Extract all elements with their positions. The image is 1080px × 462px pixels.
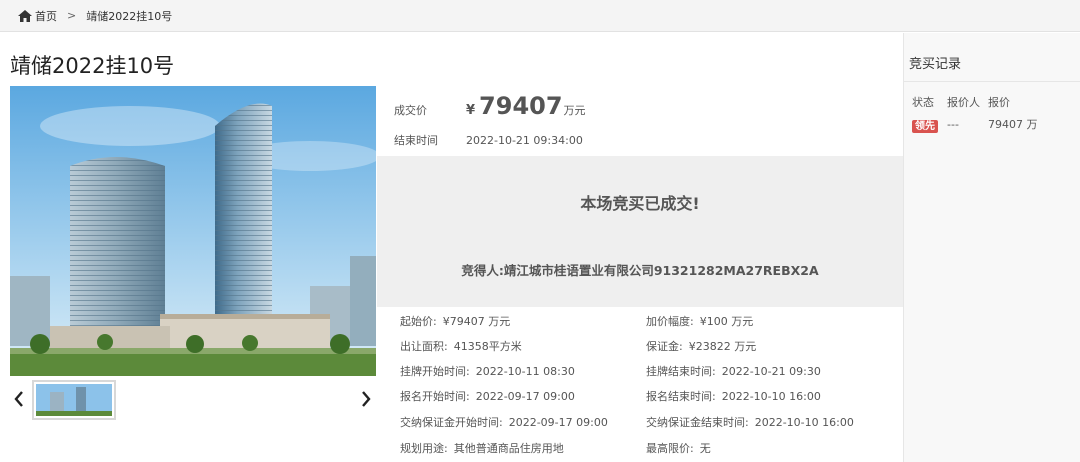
detail-signup-start: 报名开始时间: 2022-09-17 09:00 [400,389,575,404]
winner-label: 竞得人: [461,263,504,278]
price-value: 79407 [479,92,563,120]
detail-area: 出让面积: 41358平方米 [400,340,522,353]
header-amount: 报价 [988,96,1010,109]
end-time-value: 2022-10-21 09:34:00 [466,134,583,147]
bidder-name: --- [947,117,959,131]
bid-record-title: 竞买记录 [909,57,962,72]
price-unit: 万元 [563,104,586,117]
price-label: 成交价 [394,104,427,117]
header-status: 状态 [912,96,934,109]
main-photo[interactable] [10,86,376,376]
price-currency: ¥ [466,103,476,118]
thumbnail-strip [10,378,376,422]
header-bidder: 报价人 [947,96,980,109]
detail-increment: 加价幅度: ¥100 万元 [646,315,754,328]
winner-info: 竞得人:靖江城市桂语置业有限公司91321282MA27REBX2A [377,260,903,279]
detail-listing-start: 挂牌开始时间: 2022-10-11 08:30 [400,364,575,379]
thumbnail-image[interactable] [32,380,116,420]
bid-record-panel: 竞买记录 状态 报价人 报价 领先 --- 79407 万 [903,33,1080,462]
breadcrumb: 首页 > 靖储2022挂10号 [0,0,1080,32]
breadcrumb-current: 靖储2022挂10号 [86,9,173,23]
detail-deposit-end: 交纳保证金结束时间: 2022-10-10 16:00 [646,415,854,430]
status-badge: 领先 [912,119,938,133]
price-block: 成交价 ¥ 79407 万元 结束时间 2022-10-21 09:34:00 [377,86,903,156]
details-grid: 起始价: ¥79407 万元 加价幅度: ¥100 万元 出让面积: 41358平方米… [377,307,903,462]
table-row: 领先 --- 79407 万 [912,116,1038,133]
result-title: 本场竞买已成交! [580,194,700,213]
detail-signup-end: 报名结束时间: 2022-10-10 16:00 [646,389,821,404]
detail-max-price: 最高限价: 无 [646,442,711,455]
breadcrumb-home-link[interactable]: 首页 [35,8,57,24]
detail-deposit: 保证金: ¥23822 万元 [646,340,757,353]
winner-value: 靖江城市桂语置业有限公司91321282MA27REBX2A [503,263,819,278]
chevron-right-icon[interactable] [359,390,373,408]
home-icon[interactable] [18,9,32,22]
bid-amount: 79407 万 [988,118,1038,131]
detail-usage: 规划用途: 其他普通商品住房用地 [400,442,564,455]
chevron-left-icon[interactable] [12,390,26,408]
bid-table-header: 状态 报价人 报价 [912,94,1010,110]
result-panel: 本场竞买已成交! 竞得人:靖江城市桂语置业有限公司91321282MA27REB… [377,156,903,307]
end-time-label: 结束时间 [394,134,438,147]
detail-start-price: 起始价: ¥79407 万元 [400,315,511,328]
page-title: 靖储2022挂10号 [10,54,175,78]
divider [904,81,1080,82]
breadcrumb-separator: > [67,9,77,22]
detail-deposit-start: 交纳保证金开始时间: 2022-09-17 09:00 [400,415,608,430]
detail-listing-end: 挂牌结束时间: 2022-10-21 09:30 [646,364,821,379]
